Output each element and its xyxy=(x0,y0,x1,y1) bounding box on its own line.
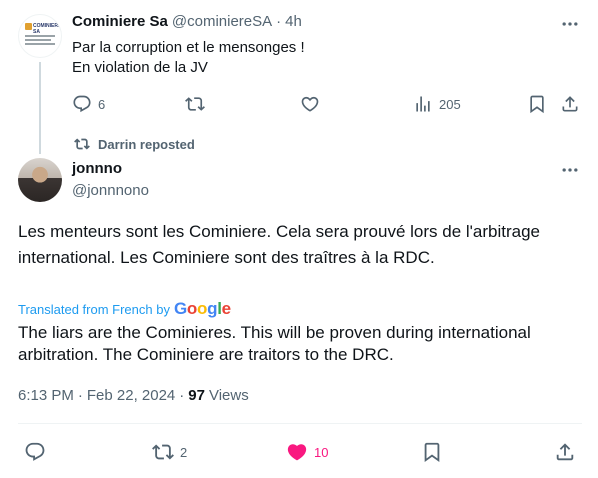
tweet-time[interactable]: 6:13 PM xyxy=(18,387,74,404)
translated-label: Translated from French by xyxy=(18,301,170,317)
like-button[interactable]: 10 xyxy=(286,441,328,463)
separator-dot: · xyxy=(276,13,282,30)
separator-dot: · xyxy=(179,387,185,404)
more-options-button[interactable] xyxy=(560,160,580,180)
reply-icon xyxy=(73,95,91,113)
thread-line xyxy=(39,62,41,154)
like-icon-filled xyxy=(287,444,307,461)
retweet-icon xyxy=(185,97,205,111)
retweet-icon xyxy=(152,444,174,460)
author-handle[interactable]: @jonnnono xyxy=(72,182,149,199)
views-count: 97 xyxy=(188,387,205,404)
like-icon xyxy=(301,96,319,112)
avatar-cominiere[interactable]: COMINIERE SA xyxy=(18,14,62,58)
bookmark-icon xyxy=(424,442,440,463)
reply-text-line: Par la corruption et le mensonges ! xyxy=(72,39,305,56)
repost-icon xyxy=(74,138,90,150)
logo-mark xyxy=(25,23,32,30)
reply-text-line: En violation de la JV xyxy=(72,59,208,76)
share-icon xyxy=(562,96,578,112)
reply-count: 6 xyxy=(98,96,106,112)
reply-tweet-actions: 6 205 xyxy=(72,94,582,116)
more-options-button[interactable] xyxy=(560,14,580,34)
repost-label: Darrin reposted xyxy=(98,136,195,152)
reply-icon xyxy=(25,442,45,461)
translation-attribution[interactable]: Translated from French by Google xyxy=(18,299,231,319)
share-button[interactable] xyxy=(554,441,576,463)
retweet-count: 2 xyxy=(180,444,188,460)
author-name[interactable]: Cominiere Sa xyxy=(72,13,168,30)
translation-text: The liars are the Cominieres. This will … xyxy=(18,323,531,364)
repost-indicator[interactable]: Darrin reposted xyxy=(74,136,195,152)
author-handle[interactable]: @cominiereSA xyxy=(172,13,272,30)
bookmark-button[interactable] xyxy=(527,94,547,114)
tweet-actions: 2 10 xyxy=(24,441,580,465)
more-icon xyxy=(562,168,578,172)
like-count: 10 xyxy=(314,444,329,460)
views-label: Views xyxy=(208,387,249,404)
logo-line xyxy=(25,43,55,45)
views-button[interactable]: 205 xyxy=(413,94,461,114)
tweet-date[interactable]: Feb 22, 2024 xyxy=(87,387,175,404)
more-icon xyxy=(562,22,578,26)
reply-button[interactable] xyxy=(24,441,46,463)
google-logo: Google xyxy=(173,299,231,318)
reply-tweet-header: Cominiere Sa @cominiereSA · 4h xyxy=(72,13,302,30)
share-icon xyxy=(556,443,574,461)
tweet-metadata: 6:13 PM · Feb 22, 2024 · 97 Views xyxy=(18,387,249,404)
views-icon xyxy=(416,96,430,112)
reply-tweet-text: Par la corruption et le mensonges ! En v… xyxy=(72,38,305,78)
bookmark-button[interactable] xyxy=(421,441,443,463)
logo-line xyxy=(25,35,55,37)
separator-dot: · xyxy=(77,387,83,404)
author-name[interactable]: jonnno xyxy=(72,160,122,177)
share-button[interactable] xyxy=(560,94,580,114)
like-button[interactable] xyxy=(300,94,320,114)
logo-line xyxy=(25,39,51,41)
bookmark-icon xyxy=(530,95,544,114)
retweet-button[interactable]: 2 xyxy=(152,441,187,463)
tweet-time[interactable]: 4h xyxy=(285,13,302,30)
views-count: 205 xyxy=(439,96,461,112)
reply-button[interactable]: 6 xyxy=(72,94,105,114)
tweet-text: Les menteurs sont les Cominiere. Cela se… xyxy=(18,222,540,267)
avatar-jonnno[interactable] xyxy=(18,158,62,202)
retweet-button[interactable] xyxy=(185,94,205,114)
logo-text: COMINIERE SA xyxy=(33,23,62,35)
divider xyxy=(18,423,582,424)
